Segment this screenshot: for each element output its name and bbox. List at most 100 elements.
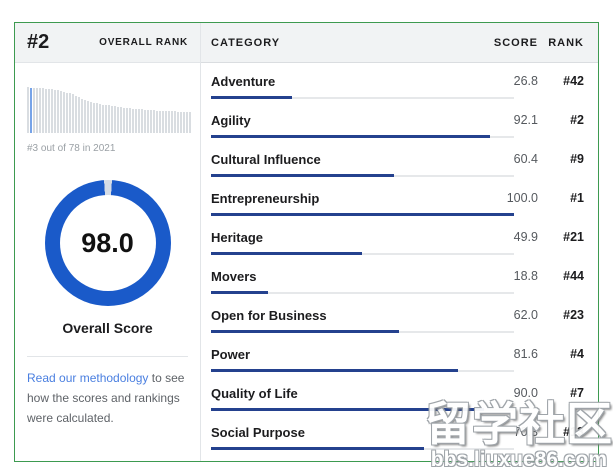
histogram-bar	[138, 109, 140, 133]
category-name: Adventure	[211, 74, 476, 89]
table-row: Power 81.6 #4	[211, 342, 584, 379]
category-score-table: CATEGORY SCORE RANK Adventure 26.8 #42 A…	[201, 23, 598, 461]
table-header-row: CATEGORY SCORE RANK	[201, 23, 598, 63]
histogram-bar	[93, 103, 95, 133]
category-name: Movers	[211, 269, 476, 284]
histogram-bar	[81, 99, 83, 134]
table-rows: Adventure 26.8 #42 Agility 92.1 #2 Cultu…	[201, 63, 598, 457]
table-row: Open for Business 62.0 #23	[211, 303, 584, 340]
country-rank-card: #2 OVERALL RANK #3 out of 78 in 2021 98.…	[14, 22, 599, 462]
table-row: Quality of Life 90.0 #7	[211, 381, 584, 418]
histogram-bar	[165, 111, 167, 133]
category-rank: #4	[538, 347, 584, 361]
histogram-bar	[111, 106, 113, 133]
category-score: 18.8	[476, 269, 538, 283]
category-rank: #13	[538, 425, 584, 439]
category-name: Quality of Life	[211, 386, 476, 401]
score-bar-fill	[211, 213, 514, 216]
histogram-bar	[120, 107, 122, 133]
histogram-bar	[159, 111, 161, 134]
score-bar-fill	[211, 447, 424, 450]
histogram-bar	[123, 108, 125, 133]
score-bar-fill	[211, 252, 362, 255]
histogram-bar	[90, 102, 92, 133]
histogram-bar	[183, 112, 185, 133]
table-row: Cultural Influence 60.4 #9	[211, 147, 584, 184]
table-row: Agility 92.1 #2	[211, 108, 584, 145]
overall-score-value: 98.0	[81, 228, 134, 259]
category-name: Social Purpose	[211, 425, 476, 440]
histogram-bar	[69, 93, 71, 133]
score-bar-track	[211, 96, 514, 99]
histogram-bar	[78, 97, 80, 133]
methodology-link[interactable]: Read our methodology	[27, 371, 148, 385]
category-rank: #42	[538, 74, 584, 88]
overall-score-donut-chart: 98.0	[45, 180, 171, 306]
category-score: 100.0	[476, 191, 538, 205]
histogram-bar	[33, 88, 35, 133]
histogram-bar	[36, 88, 38, 133]
histogram-bar	[132, 109, 134, 133]
category-name: Entrepreneurship	[211, 191, 476, 206]
table-row: Movers 18.8 #44	[211, 264, 584, 301]
histogram-bar	[105, 105, 107, 133]
histogram-bar	[129, 108, 131, 133]
histogram-bar	[57, 90, 59, 133]
histogram-bar	[168, 111, 170, 133]
histogram-bar	[45, 89, 47, 133]
histogram-bar	[27, 87, 29, 133]
histogram-bar	[153, 110, 155, 133]
histogram-bar	[180, 112, 182, 133]
histogram-bar	[147, 110, 149, 134]
left-panel-divider	[27, 356, 188, 357]
overall-rank-header: #2 OVERALL RANK	[15, 23, 200, 63]
category-score: 70.3	[476, 425, 538, 439]
histogram-bar	[114, 106, 116, 133]
histogram-bar	[144, 110, 146, 134]
overall-rank-label: OVERALL RANK	[99, 37, 188, 48]
histogram-bar	[60, 91, 62, 133]
score-bar-track	[211, 135, 514, 138]
histogram-bar	[66, 93, 68, 134]
histogram-bar	[54, 90, 56, 133]
methodology-text: Read our methodology to see how the scor…	[27, 369, 188, 428]
table-row: Social Purpose 70.3 #13	[211, 420, 584, 457]
score-bar-fill	[211, 96, 292, 99]
category-rank: #23	[538, 308, 584, 322]
histogram-bar	[108, 105, 110, 133]
histogram-bar	[141, 109, 143, 133]
histogram-bar	[63, 92, 65, 133]
category-score: 92.1	[476, 113, 538, 127]
histogram-bar	[117, 107, 119, 133]
score-bar-track	[211, 252, 514, 255]
table-row: Heritage 49.9 #21	[211, 225, 584, 262]
histogram-bar	[162, 111, 164, 133]
category-score: 49.9	[476, 230, 538, 244]
header-category: CATEGORY	[211, 37, 476, 49]
category-rank: #44	[538, 269, 584, 283]
histogram-bar	[102, 105, 104, 134]
histogram-bar	[177, 112, 179, 133]
score-bar-fill	[211, 291, 268, 294]
histogram-bar	[99, 104, 101, 133]
histogram-bar	[186, 112, 188, 133]
score-bar-track	[211, 369, 514, 372]
histogram-bar	[84, 100, 86, 133]
score-bar-track	[211, 174, 514, 177]
table-row: Entrepreneurship 100.0 #1	[211, 186, 584, 223]
overall-score-label: Overall Score	[62, 320, 152, 336]
category-name: Open for Business	[211, 308, 476, 323]
histogram-bar	[42, 88, 44, 133]
histogram-bar	[156, 111, 158, 134]
histogram-bar	[171, 111, 173, 133]
histogram-bar	[135, 109, 137, 133]
rank-distribution-histogram	[27, 87, 188, 133]
histogram-bar	[75, 96, 77, 133]
histogram-bar	[87, 101, 89, 133]
histogram-bar-highlighted	[30, 88, 32, 134]
score-bar-fill	[211, 330, 399, 333]
histogram-bar	[189, 112, 191, 133]
category-rank: #21	[538, 230, 584, 244]
table-row: Adventure 26.8 #42	[211, 69, 584, 106]
score-bar-fill	[211, 369, 458, 372]
